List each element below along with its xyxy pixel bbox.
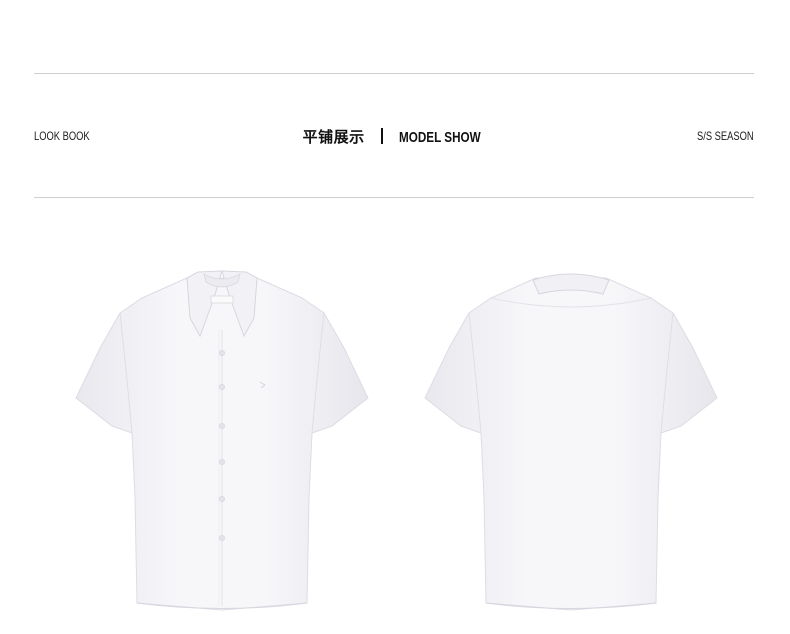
section-header: LOOK BOOK 平铺展示 MODEL SHOW S/S SEASON	[34, 74, 754, 197]
section-title: 平铺展示 MODEL SHOW	[34, 126, 754, 147]
season-label: S/S SEASON	[697, 129, 754, 143]
title-separator	[380, 128, 383, 144]
section-title-en: MODEL SHOW	[398, 129, 481, 146]
shirt-front-image	[72, 268, 372, 613]
shirt-back-image	[421, 268, 721, 613]
section-title-cn: 平铺展示	[302, 128, 365, 146]
header-bottom-divider	[34, 197, 754, 198]
